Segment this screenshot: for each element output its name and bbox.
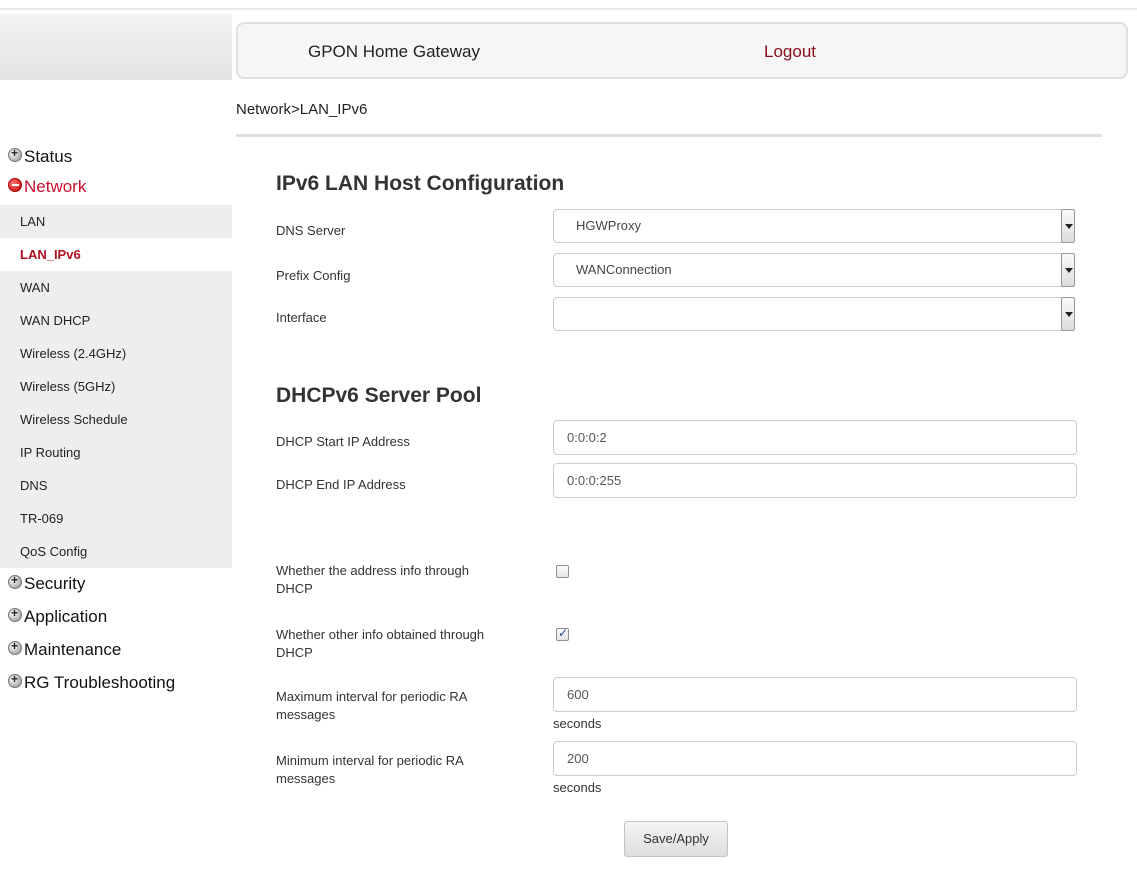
collapse-icon: [8, 178, 22, 192]
other-info-label: Whether other info obtained through DHCP: [276, 626, 484, 662]
label-line: Minimum interval for periodic RA: [276, 753, 464, 768]
logout-link[interactable]: Logout: [764, 42, 816, 62]
sidebar-group-security[interactable]: Security: [8, 572, 85, 596]
sidebar-item-wireless-24ghz[interactable]: Wireless (2.4GHz): [0, 337, 232, 370]
sidebar-item-lan[interactable]: LAN: [0, 205, 232, 238]
sidebar: Status Network LAN LAN_IPv6 WAN WAN DHCP…: [0, 143, 232, 700]
sidebar-item-ip-routing[interactable]: IP Routing: [0, 436, 232, 469]
dns-server-select[interactable]: HGWProxy: [553, 209, 1075, 243]
label-line: Whether the address info through: [276, 563, 469, 578]
host-config-title: IPv6 LAN Host Configuration: [276, 172, 565, 195]
label-line: DHCP: [276, 645, 313, 660]
breadcrumb: Network>LAN_IPv6: [236, 101, 368, 118]
expand-icon: [8, 639, 22, 655]
expand-icon: [8, 573, 22, 589]
dns-server-value: HGWProxy: [576, 218, 641, 233]
label-line: Maximum interval for periodic RA: [276, 689, 468, 704]
sidebar-group-label: Security: [24, 574, 86, 593]
expand-icon: [8, 606, 22, 622]
sidebar-group-label: Maintenance: [24, 640, 122, 659]
min-ra-label: Minimum interval for periodic RA message…: [276, 752, 464, 788]
sidebar-item-wireless-schedule[interactable]: Wireless Schedule: [0, 403, 232, 436]
sidebar-item-wireless-5ghz[interactable]: Wireless (5GHz): [0, 370, 232, 403]
sidebar-item-wan-dhcp[interactable]: WAN DHCP: [0, 304, 232, 337]
dropdown-arrow-icon: [1061, 297, 1075, 331]
app-title: GPON Home Gateway: [308, 42, 480, 61]
label-line: messages: [276, 771, 336, 786]
sidebar-group-status[interactable]: Status: [8, 145, 72, 169]
dhcp-end-ip-label: DHCP End IP Address: [276, 477, 406, 492]
sidebar-group-rg-troubleshooting[interactable]: RG Troubleshooting: [8, 671, 175, 695]
dhcp-end-ip-input[interactable]: [553, 463, 1077, 498]
expand-icon: [8, 146, 22, 162]
label-line: Whether other info obtained through: [276, 627, 485, 642]
sidebar-group-maintenance[interactable]: Maintenance: [8, 638, 121, 662]
dropdown-arrow-icon: [1061, 253, 1075, 287]
prefix-config-label: Prefix Config: [276, 268, 351, 283]
prefix-config-select[interactable]: WANConnection: [553, 253, 1075, 287]
sidebar-item-tr069[interactable]: TR-069: [0, 502, 232, 535]
sidebar-group-label: RG Troubleshooting: [24, 673, 176, 692]
address-info-label: Whether the address info through DHCP: [276, 562, 469, 598]
prefix-config-value: WANConnection: [576, 262, 672, 277]
label-line: messages: [276, 707, 336, 722]
interface-select[interactable]: [553, 297, 1075, 331]
label-line: DHCP: [276, 581, 313, 596]
sidebar-group-label: Application: [24, 607, 108, 626]
sidebar-group-network[interactable]: Network: [8, 175, 86, 199]
dropdown-arrow-icon: [1061, 209, 1075, 243]
max-ra-label: Maximum interval for periodic RA message…: [276, 688, 467, 724]
sidebar-item-qos-config[interactable]: QoS Config: [0, 535, 232, 568]
app-header: GPON Home Gateway Logout: [236, 22, 1128, 79]
expand-icon: [8, 672, 22, 688]
dhcp-pool-title: DHCPv6 Server Pool: [276, 384, 482, 407]
dhcp-start-ip-label: DHCP Start IP Address: [276, 434, 410, 449]
max-ra-unit: seconds: [553, 716, 602, 731]
sidebar-item-dns[interactable]: DNS: [0, 469, 232, 502]
max-ra-input[interactable]: [553, 677, 1077, 712]
sidebar-header: [0, 14, 232, 80]
other-info-checkbox[interactable]: [556, 626, 569, 641]
breadcrumb-divider: [236, 134, 1102, 137]
sidebar-group-label: Status: [24, 147, 73, 166]
top-divider: [0, 8, 1137, 10]
min-ra-input[interactable]: [553, 741, 1077, 776]
save-apply-button[interactable]: Save/Apply: [624, 821, 728, 857]
sidebar-group-application[interactable]: Application: [8, 605, 107, 629]
sidebar-group-label: Network: [24, 177, 87, 196]
dns-server-label: DNS Server: [276, 223, 346, 238]
address-info-checkbox[interactable]: [556, 565, 569, 578]
interface-label: Interface: [276, 310, 327, 325]
sidebar-item-lan-ipv6[interactable]: LAN_IPv6: [0, 238, 232, 271]
dhcp-start-ip-input[interactable]: [553, 420, 1077, 455]
min-ra-unit: seconds: [553, 780, 602, 795]
sidebar-item-wan[interactable]: WAN: [0, 271, 232, 304]
